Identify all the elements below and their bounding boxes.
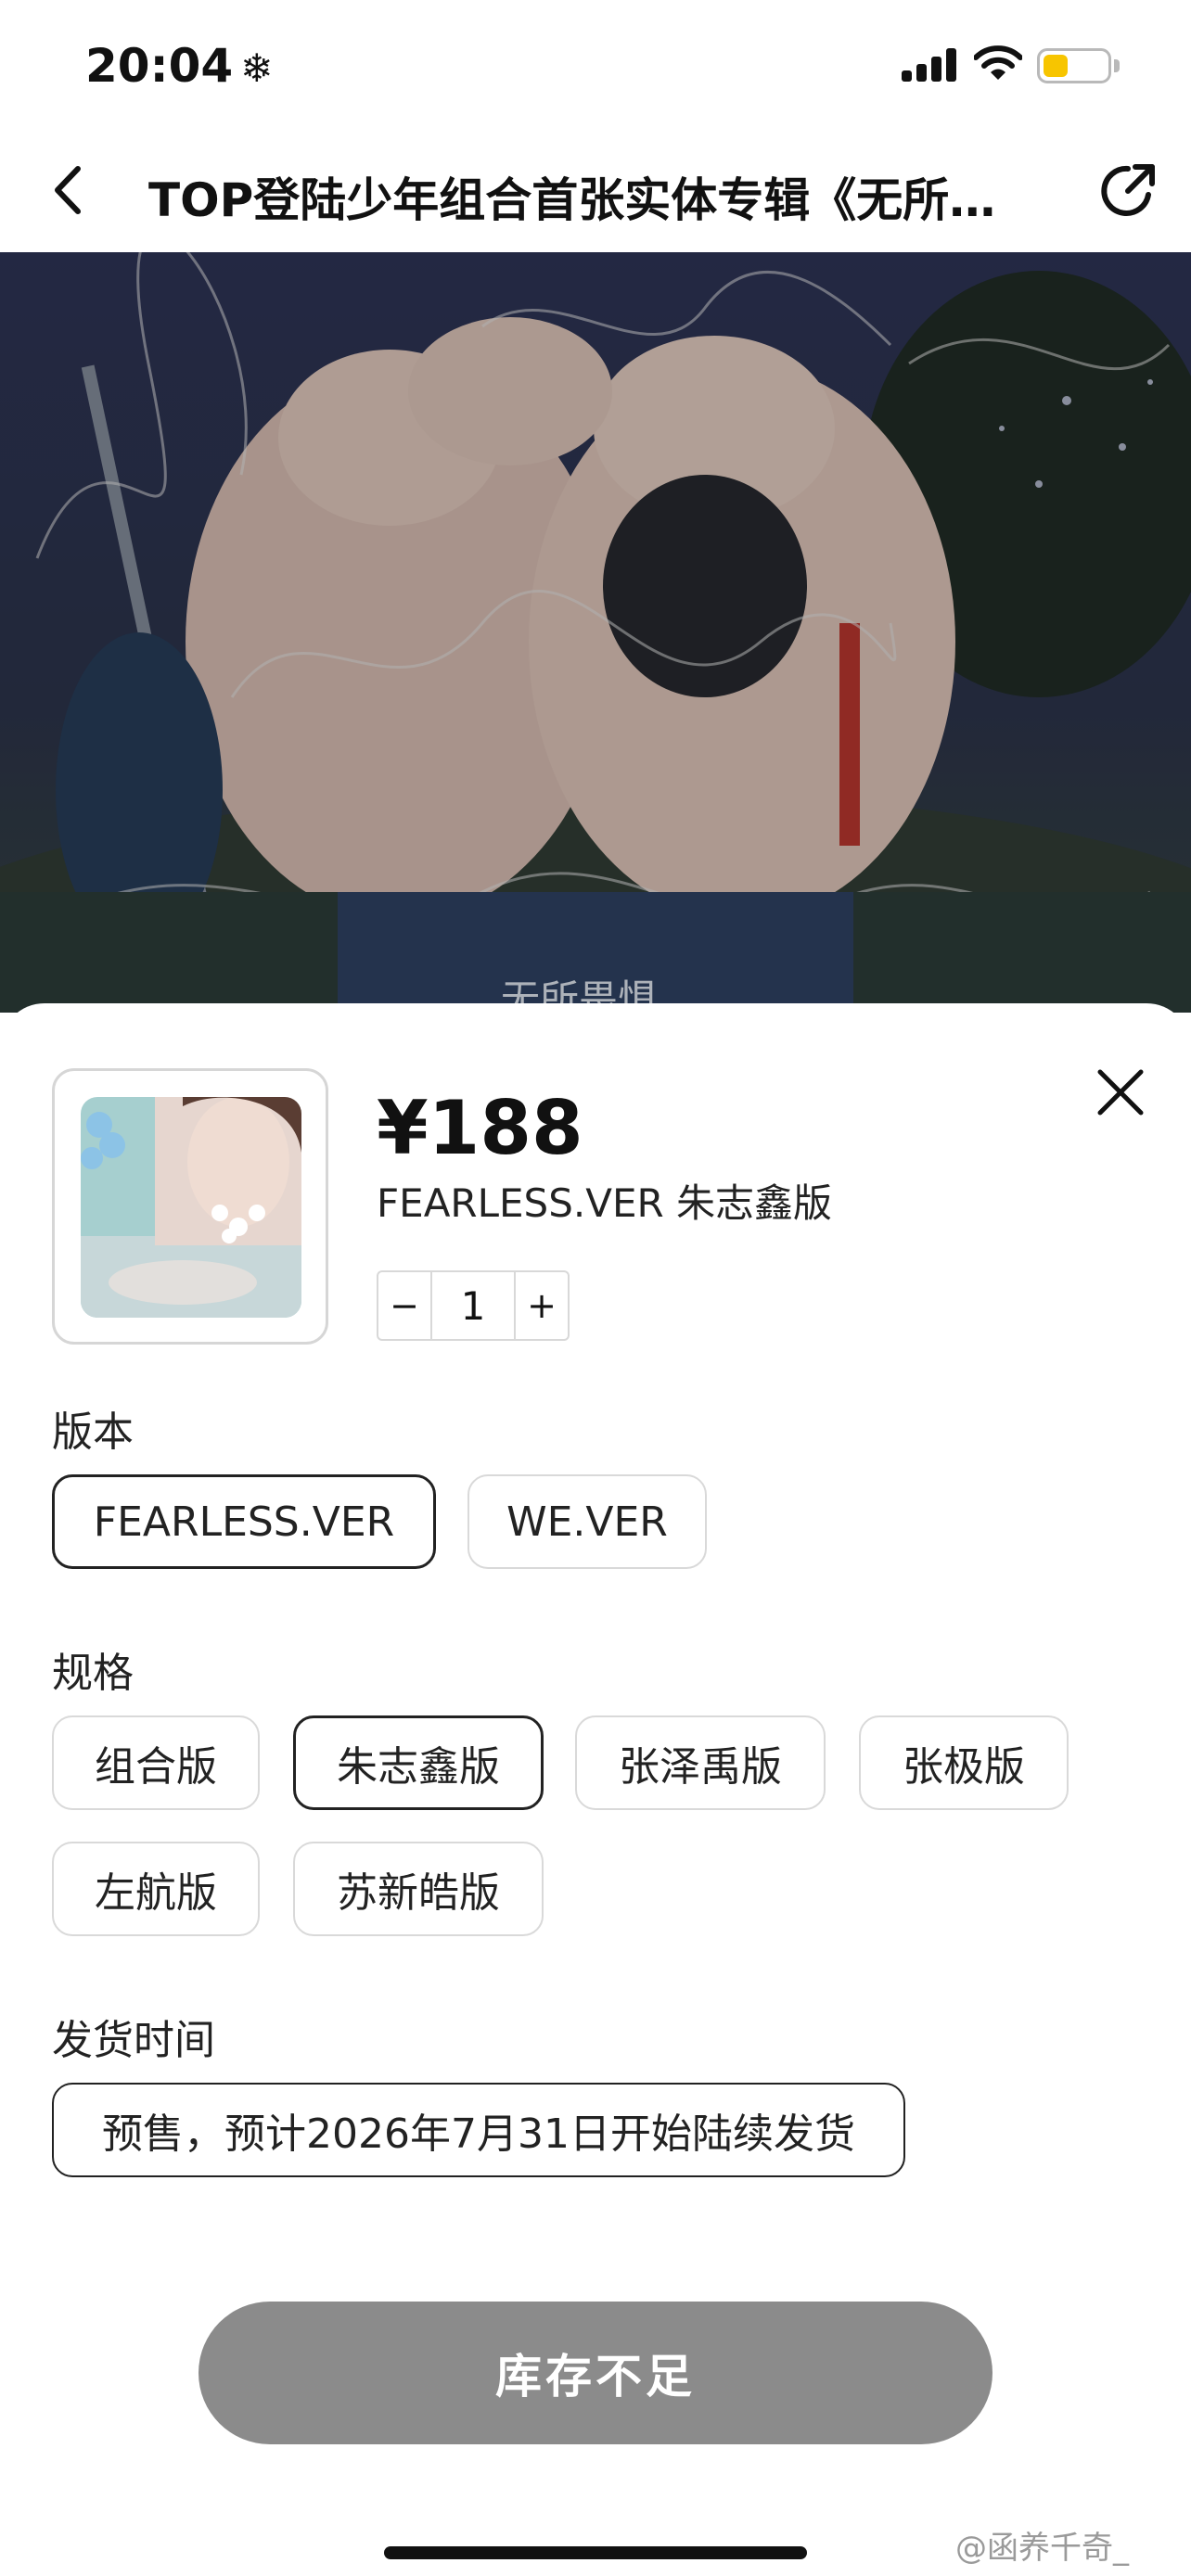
hero-image: 无所畏惧 (0, 252, 1191, 1013)
nav-bar: TOP登陆少年组合首张实体专辑《无所… (0, 130, 1191, 252)
shipping-option[interactable]: 预售，预计2026年7月31日开始陆续发货 (52, 2083, 905, 2177)
decrement-button[interactable]: − (378, 1272, 430, 1339)
home-indicator[interactable] (384, 2546, 807, 2559)
product-thumbnail (52, 1068, 328, 1345)
spec-option-zhangji[interactable]: 张极版 (859, 1715, 1069, 1810)
product-image (81, 1097, 301, 1318)
close-icon[interactable] (1091, 1063, 1150, 1122)
sku-bottom-sheet: ¥188 FEARLESS.VER 朱志鑫版 − 1 + 版本 FEARLESS… (0, 1003, 1191, 2576)
spec-option-suxinhao[interactable]: 苏新皓版 (293, 1842, 544, 1936)
version-option-we[interactable]: WE.VER (467, 1474, 707, 1569)
cellular-signal-icon (902, 48, 957, 82)
quantity-value[interactable]: 1 (430, 1272, 516, 1339)
version-label: 版本 (52, 1409, 134, 1456)
snowflake-icon: ❄ (240, 45, 274, 91)
status-time: 20:04 ❄ (85, 39, 273, 93)
shipping-label: 发货时间 (52, 2017, 215, 2064)
quantity-stepper: − 1 + (377, 1270, 570, 1341)
spec-option-zuohang[interactable]: 左航版 (52, 1842, 260, 1936)
price: ¥188 (377, 1085, 583, 1171)
battery-cap (1114, 59, 1120, 72)
share-icon[interactable] (1095, 158, 1161, 224)
hero-overlay (0, 252, 1191, 1013)
spec-label: 规格 (52, 1650, 134, 1697)
version-option-fearless[interactable]: FEARLESS.VER (52, 1474, 436, 1569)
spec-option-zhu[interactable]: 朱志鑫版 (293, 1715, 544, 1810)
out-of-stock-button[interactable]: 库存不足 (198, 2302, 992, 2444)
watermark: @函养千奇_ (955, 2530, 1129, 2567)
selected-variant: FEARLESS.VER 朱志鑫版 (377, 1180, 833, 1226)
wifi-icon (974, 45, 1022, 80)
spec-option-group[interactable]: 组合版 (52, 1715, 260, 1810)
product-photo (81, 1097, 301, 1318)
page-title: TOP登陆少年组合首张实体专辑《无所… (148, 173, 996, 227)
spec-option-zhangzeyu[interactable]: 张泽禹版 (575, 1715, 826, 1810)
battery-icon (1037, 48, 1111, 83)
status-bar: 20:04 ❄ (0, 0, 1191, 130)
back-arrow-icon[interactable] (37, 158, 102, 223)
increment-button[interactable]: + (516, 1272, 568, 1339)
clock-text: 20:04 (85, 39, 234, 93)
